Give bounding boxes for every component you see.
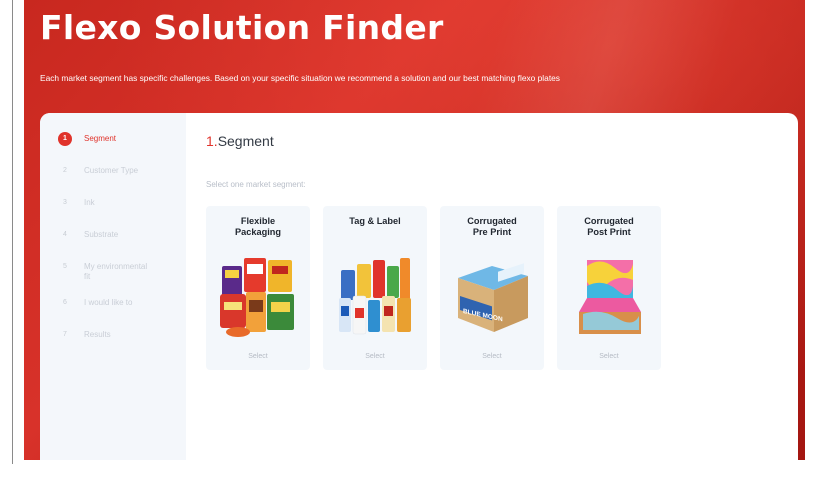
- page-title: Flexo Solution Finder: [40, 8, 444, 47]
- step-ink[interactable]: 3 Ink: [40, 195, 186, 227]
- step-number: 6: [63, 299, 67, 306]
- step-label: I would like to: [84, 298, 133, 307]
- section-title: 1.Segment: [206, 133, 274, 149]
- step-label: Ink: [84, 198, 95, 207]
- option-corrugated-pre-print[interactable]: Corrugated Pre Print BLUE MOON Select: [440, 206, 544, 370]
- select-button[interactable]: Select: [323, 353, 427, 360]
- flexible-packaging-image: [220, 258, 294, 337]
- tag-label-image: [339, 258, 411, 335]
- option-label: Flexible Packaging: [235, 216, 281, 237]
- step-label: Results: [84, 330, 111, 339]
- finder-card: 1 Segment 2 Customer Type 3 Ink 4 Substr…: [40, 113, 798, 460]
- left-divider: [12, 0, 13, 464]
- option-flexible-packaging[interactable]: Flexible Packaging Select: [206, 206, 310, 370]
- step-environmental-fit[interactable]: 5 My environmental fit: [40, 259, 186, 295]
- step-number: 2: [63, 167, 67, 174]
- select-button[interactable]: Select: [206, 353, 310, 360]
- step-i-would-like-to[interactable]: 6 I would like to: [40, 295, 186, 327]
- step-number: 5: [63, 263, 67, 270]
- select-button[interactable]: Select: [440, 353, 544, 360]
- corrugated-pre-print-image: BLUE MOON: [458, 263, 528, 332]
- option-label: Tag & Label: [349, 216, 401, 226]
- step-customer-type[interactable]: 2 Customer Type: [40, 163, 186, 195]
- step-label: Segment: [84, 134, 117, 143]
- step-number: 4: [63, 231, 67, 238]
- instruction-text: Select one market segment:: [206, 180, 306, 189]
- corrugated-post-print-image: [579, 260, 641, 334]
- step-segment[interactable]: 1 Segment: [40, 131, 186, 163]
- select-button[interactable]: Select: [557, 353, 661, 360]
- section-title-text: Segment: [217, 133, 274, 149]
- segment-options: Flexible Packaging Select Tag & Label Se…: [206, 206, 661, 370]
- step-number: 1: [58, 132, 72, 146]
- steps-sidebar: 1 Segment 2 Customer Type 3 Ink 4 Substr…: [40, 113, 186, 460]
- step-label: Substrate: [84, 230, 119, 239]
- step-label: Customer Type: [84, 166, 139, 175]
- section-number: 1.: [206, 133, 218, 149]
- step-results[interactable]: 7 Results: [40, 327, 186, 359]
- step-label: My environmental fit: [84, 262, 148, 281]
- option-corrugated-post-print[interactable]: Corrugated Post Print Select: [557, 206, 661, 370]
- option-tag-label[interactable]: Tag & Label Select: [323, 206, 427, 370]
- page-subtitle: Each market segment has specific challen…: [40, 73, 560, 83]
- segment-panel: 1.Segment Select one market segment: Fle…: [206, 113, 798, 460]
- step-substrate[interactable]: 4 Substrate: [40, 227, 186, 259]
- option-label: Corrugated Post Print: [584, 216, 634, 237]
- step-number: 7: [63, 331, 67, 338]
- option-label: Corrugated Pre Print: [467, 216, 517, 237]
- step-number: 3: [63, 199, 67, 206]
